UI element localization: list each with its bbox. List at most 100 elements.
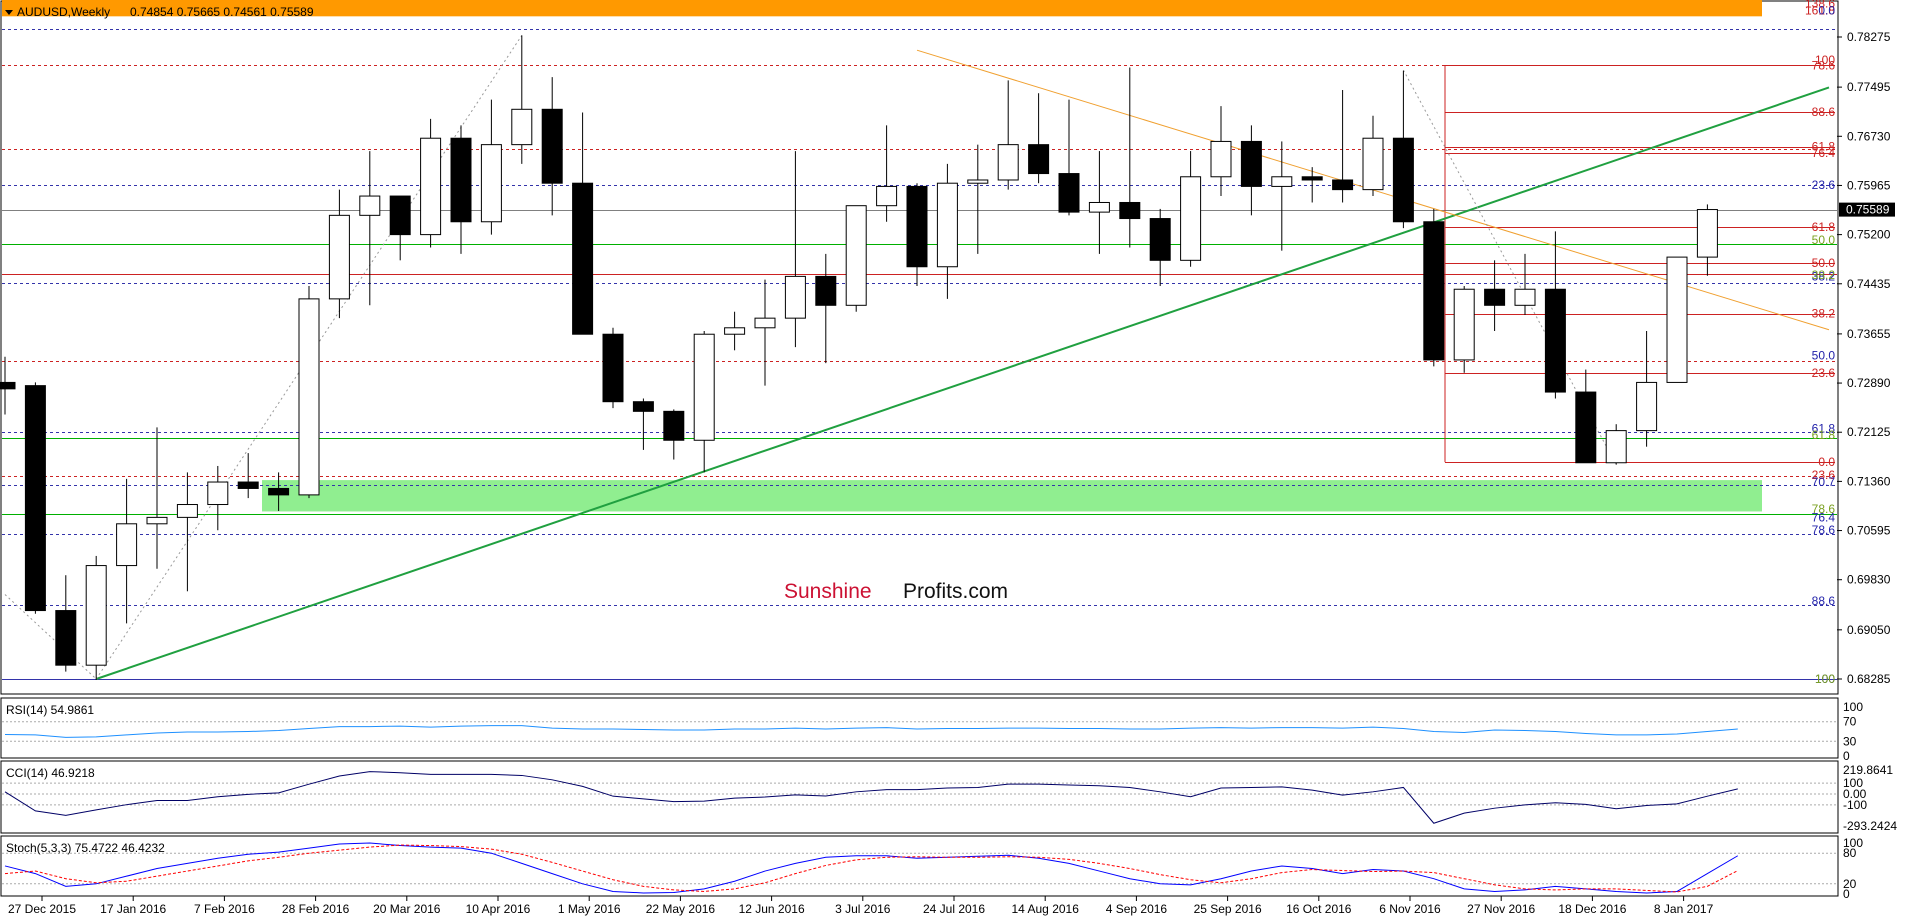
candle-body-56 [1696, 209, 1718, 258]
candle-body-5 [146, 516, 168, 525]
rsi-tick-0: 100 [1843, 700, 1863, 714]
price-tick-label-1: 0.77495 [1847, 80, 1891, 94]
rsi-tick-3: 0 [1843, 749, 1850, 763]
price-tick-label-6: 0.73655 [1847, 327, 1891, 341]
time-label-11: 14 Aug 2016 [1011, 902, 1079, 916]
fib-green-label-1: 38.2 [1812, 268, 1836, 282]
fib-blue-label-5: 70.7 [1812, 475, 1836, 489]
candle-body-41 [1240, 140, 1262, 187]
price-tick-label-11: 0.69830 [1847, 573, 1891, 587]
price-tick-label-9: 0.71360 [1847, 474, 1891, 488]
fib-green-label-0: 50.0 [1812, 233, 1836, 247]
cci-label: CCI(14) 46.9218 [6, 766, 95, 780]
candle-body-34 [1028, 144, 1050, 175]
candle-body-14 [420, 137, 442, 236]
candle-body-10 [298, 298, 320, 496]
candle-body-29 [876, 185, 898, 207]
price-tick-label-2: 0.76730 [1847, 129, 1891, 143]
cci-tick-3: -100 [1843, 798, 1867, 812]
price-tick-label-8: 0.72125 [1847, 425, 1891, 439]
candle-body-52 [1575, 391, 1597, 464]
candle-body-54 [1636, 381, 1658, 432]
candle-body-7 [207, 481, 229, 506]
candle-body-49 [1484, 288, 1506, 306]
time-label-10: 24 Jul 2016 [923, 902, 985, 916]
candle-body-21 [632, 401, 654, 412]
candle-body-26 [784, 275, 806, 319]
rsi-tick-1: 70 [1843, 715, 1857, 729]
time-label-12: 4 Sep 2016 [1106, 902, 1168, 916]
candle-body-4 [116, 523, 138, 567]
candle-body-47 [1423, 221, 1445, 361]
candle-body-3 [85, 565, 107, 666]
time-label-9: 3 Jul 2016 [835, 902, 891, 916]
candle-body-37 [1119, 201, 1141, 220]
candle-body-18 [541, 108, 563, 184]
cci-tick-0: 219.8641 [1843, 763, 1893, 777]
price-tick-label-0: 0.78275 [1847, 30, 1891, 44]
price-tick-label-12: 0.69050 [1847, 623, 1891, 637]
fib-red-label-4: 88.6 [1812, 105, 1836, 119]
fib-blue-label-8: 88.6 [1812, 594, 1836, 608]
support-zone [262, 480, 1762, 512]
candle-body-19 [572, 182, 594, 335]
candle-body-35 [1058, 173, 1080, 213]
candle-body-39 [1180, 176, 1202, 261]
time-label-16: 27 Nov 2016 [1467, 902, 1535, 916]
price-tick-label-10: 0.70595 [1847, 524, 1891, 538]
price-tick-label-4: 0.75200 [1847, 228, 1891, 242]
candle-body-9 [268, 487, 290, 496]
candle-body-55 [1666, 256, 1688, 383]
candle-body-11 [328, 214, 350, 300]
fib-green-label-3: 78.6 [1812, 502, 1836, 516]
candle-body-13 [389, 195, 411, 236]
candle-body-20 [602, 333, 624, 403]
symbol-name: AUDUSD,Weekly [17, 5, 110, 19]
candle-body-53 [1605, 430, 1627, 464]
time-label-14: 16 Oct 2016 [1286, 902, 1352, 916]
candle-body-48 [1453, 288, 1475, 361]
candle-body-25 [754, 317, 776, 329]
candle-body-16 [480, 144, 502, 223]
candle-body-43 [1301, 176, 1323, 181]
candle-body-44 [1332, 179, 1354, 191]
price-tick-label-7: 0.72890 [1847, 376, 1891, 390]
time-label-18: 8 Jan 2017 [1654, 902, 1714, 916]
candle-body-38 [1149, 218, 1171, 261]
rsi-label: RSI(14) 54.9861 [6, 703, 94, 717]
time-label-15: 6 Nov 2016 [1379, 902, 1441, 916]
candle-body-27 [815, 275, 837, 306]
stoch-label: Stoch(5,3,3) 75.4722 46.4232 [6, 841, 165, 855]
fib-red-label-9: 38.2 [1812, 307, 1836, 321]
stoch-tick-3: 0 [1843, 887, 1850, 901]
fib-green-label-2: 61.8 [1812, 428, 1836, 442]
rsi-tick-2: 30 [1843, 734, 1857, 748]
candle-body-32 [967, 179, 989, 184]
time-label-17: 18 Dec 2016 [1558, 902, 1626, 916]
watermark-sunshine: Sunshine [784, 580, 872, 603]
time-label-7: 22 May 2016 [646, 902, 716, 916]
candle-body-36 [1088, 201, 1110, 213]
candle-body-42 [1271, 176, 1293, 187]
time-label-8: 12 Jun 2016 [739, 902, 805, 916]
candle-body-15 [450, 137, 472, 223]
candle-body-50 [1514, 288, 1536, 306]
time-label-1: 17 Jan 2016 [100, 902, 166, 916]
candle-body-2 [55, 610, 77, 666]
price-tick-label-13: 0.68285 [1847, 672, 1891, 686]
candle-body-33 [997, 144, 1019, 181]
candle-body-40 [1210, 140, 1232, 178]
fib-blue-label-0: 0.0 [1818, 3, 1835, 17]
candle-body-31 [936, 182, 958, 268]
cci-tick-4: -293.2424 [1843, 819, 1897, 833]
price-tick-label-5: 0.74435 [1847, 277, 1891, 291]
fib-red-label-3: 78.6 [1812, 59, 1836, 73]
price-chart[interactable]: 138.6161.810078.688.661.876.461.850.038.… [0, 0, 1908, 920]
time-label-4: 20 Mar 2016 [373, 902, 441, 916]
candle-body-12 [359, 195, 381, 216]
ohlc-values: 0.74854 0.75665 0.74561 0.75589 [130, 5, 314, 19]
candle-body-0 [0, 381, 16, 390]
current-price-tag: 0.75589 [1839, 202, 1895, 217]
time-label-2: 7 Feb 2016 [194, 902, 255, 916]
fib-green-label-4: 100 [1815, 672, 1835, 686]
